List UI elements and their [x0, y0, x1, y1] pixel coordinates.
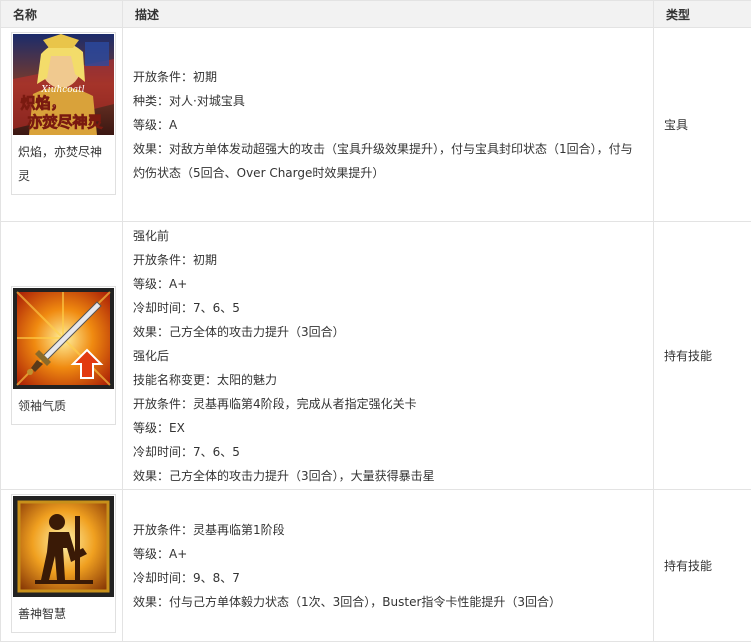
desc-line: 效果：己方全体的攻击力提升（3回合），大量获得暴击星: [133, 468, 435, 483]
skill-card[interactable]: Xiuhcoatl 炽焰， 亦焚尽神灵 炽焰，亦焚尽神灵: [11, 32, 116, 195]
skill-name: 领袖气质: [18, 399, 67, 413]
table-row: 善神智慧 开放条件：灵基再临第1阶段 等级：A+ 冷却时间：9、8、7 效果：付…: [0, 489, 751, 642]
sword-attack-up-icon: [13, 288, 114, 389]
desc-line: 等级：A: [133, 117, 178, 132]
type-cell: 持有技能: [653, 489, 751, 642]
desc-line: 效果：对敌方单体发动超强大的攻击（宝具升级效果提升），付与宝具封印状态（1回合）…: [133, 141, 633, 180]
table-row: 领袖气质 强化前 开放条件：初期 等级：A+ 冷却时间：7、6、5 效果：己方全…: [0, 221, 751, 490]
type-cell: 宝具: [653, 27, 751, 222]
desc-line: 开放条件：初期: [133, 69, 218, 84]
description-cell: 开放条件：初期 种类：对人·对城宝具 等级：A 效果：对敌方单体发动超强大的攻击…: [122, 27, 654, 222]
desc-line: 等级：A+: [133, 276, 188, 291]
desc-line: 种类：对人·对城宝具: [133, 93, 245, 108]
header-type: 类型: [653, 0, 751, 28]
desc-line: 等级：A+: [133, 546, 188, 561]
desc-line: 冷却时间：7、6、5: [133, 444, 240, 459]
name-cell: 领袖气质: [0, 221, 123, 490]
skill-name: 善神智慧: [18, 607, 67, 621]
table-row: Xiuhcoatl 炽焰， 亦焚尽神灵 炽焰，亦焚尽神灵 开放条件：初期 种类：…: [0, 27, 751, 222]
skill-name: 炽焰，亦焚尽神灵: [18, 145, 103, 183]
desc-line: 技能名称变更：太阳的魅力: [133, 372, 278, 387]
desc-line: 强化后: [133, 348, 170, 363]
desc-line: 开放条件：初期: [133, 252, 218, 267]
desc-line: 开放条件：灵基再临第4阶段，完成从者指定强化关卡: [133, 396, 417, 411]
desc-line: 效果：付与己方单体毅力状态（1次、3回合），Buster指令卡性能提升（3回合）: [133, 594, 562, 609]
description-cell: 开放条件：灵基再临第1阶段 等级：A+ 冷却时间：9、8、7 效果：付与己方单体…: [122, 489, 654, 642]
guts-figure-icon: [13, 496, 114, 597]
desc-line: 效果：己方全体的攻击力提升（3回合）: [133, 324, 345, 339]
icon-caption-line1: 炽焰，: [20, 94, 65, 112]
name-cell: 善神智慧: [0, 489, 123, 642]
type-cell: 持有技能: [653, 221, 751, 490]
description-cell: 强化前 开放条件：初期 等级：A+ 冷却时间：7、6、5 效果：己方全体的攻击力…: [122, 221, 654, 490]
skills-table: 名称 描述 类型 Xiuhcoatl 炽焰， 亦焚尽神灵 炽焰，亦焚尽神灵 开放…: [0, 0, 751, 642]
skill-card[interactable]: 领袖气质: [11, 286, 116, 425]
table-header-row: 名称 描述 类型: [0, 0, 751, 28]
noble-phantasm-card-icon: Xiuhcoatl 炽焰， 亦焚尽神灵: [13, 34, 114, 135]
desc-line: 冷却时间：7、6、5: [133, 300, 240, 315]
icon-caption-line2: 亦焚尽神灵: [27, 113, 103, 131]
name-cell: Xiuhcoatl 炽焰， 亦焚尽神灵 炽焰，亦焚尽神灵: [0, 27, 123, 222]
desc-line: 开放条件：灵基再临第1阶段: [133, 522, 285, 537]
header-desc: 描述: [122, 0, 654, 28]
desc-line: 强化前: [133, 228, 170, 243]
desc-line: 冷却时间：9、8、7: [133, 570, 240, 585]
skill-card[interactable]: 善神智慧: [11, 494, 116, 633]
desc-line: 等级：EX: [133, 420, 185, 435]
header-name: 名称: [0, 0, 123, 28]
